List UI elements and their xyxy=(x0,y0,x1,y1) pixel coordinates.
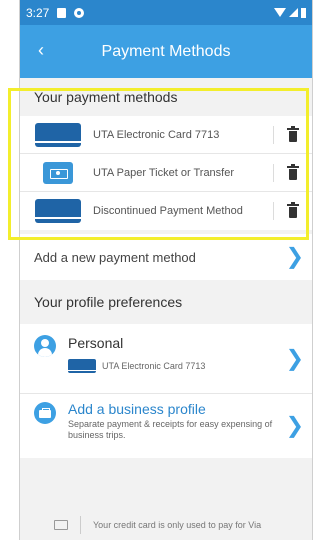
divider xyxy=(273,163,274,182)
payment-method-label: Discontinued Payment Method xyxy=(93,205,243,217)
personal-profile-name: Personal xyxy=(68,335,124,351)
card-icon xyxy=(68,359,96,373)
credit-card-icon xyxy=(54,520,68,530)
briefcase-icon xyxy=(34,402,56,424)
payment-methods-header: Your payment methods xyxy=(20,78,312,116)
delete-icon[interactable] xyxy=(286,125,300,143)
personal-profile-row[interactable]: Personal UTA Electronic Card 7713 ❯ xyxy=(20,324,312,394)
app-bar: ‹ Payment Methods xyxy=(20,25,312,78)
divider xyxy=(80,516,81,534)
wifi-icon xyxy=(274,8,286,17)
chevron-right-icon: ❯ xyxy=(285,244,304,270)
status-bar: 3:27 xyxy=(20,0,312,25)
payment-methods-list: UTA Electronic Card 7713 UTA Paper Ticke… xyxy=(20,116,312,230)
card-icon xyxy=(35,122,81,147)
add-business-profile-row[interactable]: Add a business profile Separate payment … xyxy=(20,394,312,458)
business-profile-description: Separate payment & receipts for easy exp… xyxy=(68,419,273,440)
chevron-right-icon: ❯ xyxy=(285,346,304,371)
delete-icon[interactable] xyxy=(286,202,300,219)
payment-method-row[interactable]: UTA Paper Ticket or Transfer xyxy=(20,154,312,192)
payment-method-row[interactable]: Discontinued Payment Method xyxy=(20,192,312,230)
personal-profile-card: UTA Electronic Card 7713 xyxy=(68,359,205,373)
chevron-right-icon: ❯ xyxy=(285,413,304,439)
person-icon xyxy=(34,335,56,357)
delete-icon[interactable] xyxy=(286,163,300,181)
notification-icon xyxy=(57,7,67,18)
card-icon xyxy=(35,199,81,223)
status-time: 3:27 xyxy=(26,5,50,20)
add-payment-method-button[interactable]: Add a new payment method ❯ xyxy=(20,234,312,280)
phone-frame: 3:27 ‹ Payment Methods Your payment meth… xyxy=(19,0,313,540)
profile-preferences-header: Your profile preferences xyxy=(34,294,183,310)
divider xyxy=(273,125,274,144)
add-payment-method-label: Add a new payment method xyxy=(34,249,196,265)
add-business-profile-title: Add a business profile xyxy=(68,401,206,417)
ticket-icon-wrap xyxy=(35,161,81,184)
payment-method-label: UTA Electronic Card 7713 xyxy=(93,128,220,141)
payment-method-label: UTA Paper Ticket or Transfer xyxy=(93,166,235,179)
footer-text: Your credit card is only used to pay for… xyxy=(93,520,262,530)
payment-method-row[interactable]: UTA Electronic Card 7713 xyxy=(20,116,312,154)
back-button[interactable]: ‹ xyxy=(38,40,44,61)
personal-card-label: UTA Electronic Card 7713 xyxy=(102,361,206,371)
footer-note: Your credit card is only used to pay for… xyxy=(20,510,312,540)
signal-icon xyxy=(289,8,298,17)
divider xyxy=(273,202,274,220)
app-notification-icon xyxy=(74,7,85,18)
ticket-icon xyxy=(43,161,73,184)
page-title: Payment Methods xyxy=(101,42,231,60)
battery-icon xyxy=(301,7,306,18)
